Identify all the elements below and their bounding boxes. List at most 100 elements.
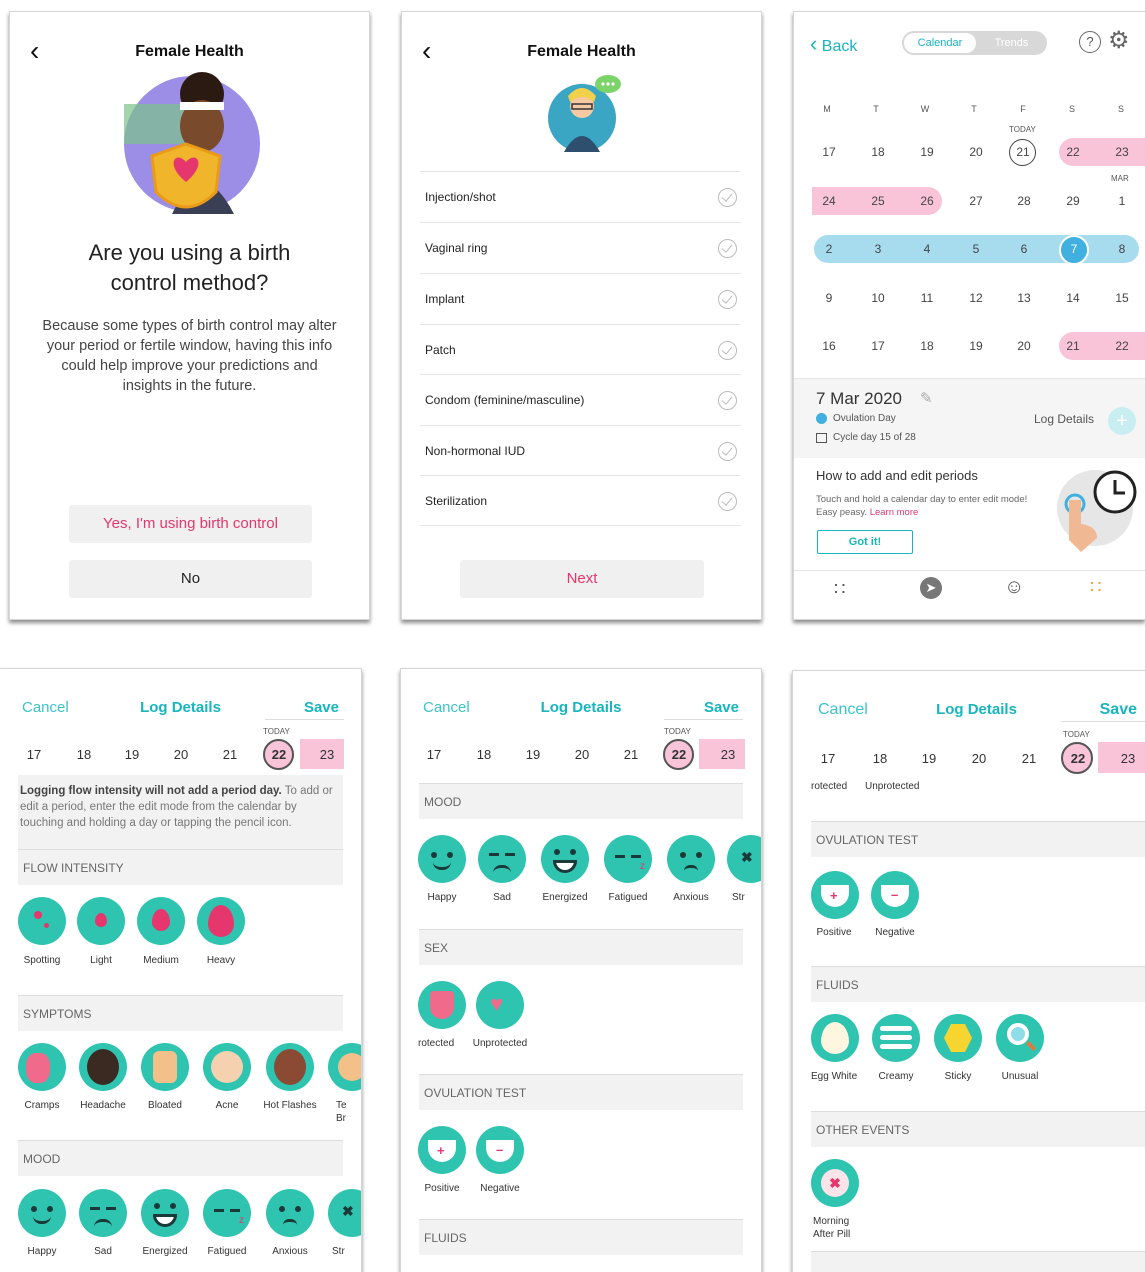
- cramps-icon[interactable]: [18, 1043, 66, 1091]
- negative-test-icon[interactable]: –: [476, 1126, 524, 1174]
- calendar-day[interactable]: 18: [860, 145, 896, 159]
- community-icon[interactable]: ☺: [1004, 576, 1024, 599]
- no-button[interactable]: No: [69, 560, 312, 598]
- week-day[interactable]: 23: [309, 747, 345, 762]
- save-button[interactable]: Save: [704, 699, 739, 716]
- calendar-day[interactable]: 1: [1104, 194, 1140, 208]
- week-day[interactable]: 19: [515, 747, 551, 762]
- calendar-day[interactable]: 9: [811, 291, 847, 305]
- fatigued-face-icon[interactable]: z: [604, 835, 652, 883]
- week-day[interactable]: 22: [261, 747, 297, 762]
- sad-face-icon[interactable]: [79, 1189, 127, 1237]
- checkmark-icon[interactable]: [718, 341, 737, 360]
- calendar-day[interactable]: 19: [909, 145, 945, 159]
- calendar-day[interactable]: 17: [860, 339, 896, 353]
- option-row[interactable]: Implant: [420, 273, 741, 324]
- bloated-icon[interactable]: [141, 1043, 189, 1091]
- gear-icon[interactable]: ⚙: [1108, 28, 1130, 54]
- tab-trends[interactable]: Trends: [978, 33, 1045, 53]
- egg-white-icon[interactable]: [811, 1014, 859, 1062]
- calendar-day[interactable]: 22: [1055, 145, 1091, 159]
- positive-test-icon[interactable]: +: [418, 1126, 466, 1174]
- calendar-day[interactable]: 11: [909, 291, 945, 305]
- creamy-icon[interactable]: [872, 1014, 920, 1062]
- calendar-day[interactable]: 28: [1006, 194, 1042, 208]
- calendar-day[interactable]: 27: [958, 194, 994, 208]
- week-day[interactable]: 18: [466, 747, 502, 762]
- back-button[interactable]: ‹ Back: [810, 31, 857, 57]
- medium-flow-icon[interactable]: [137, 897, 185, 945]
- week-day[interactable]: 23: [710, 747, 746, 762]
- week-day[interactable]: 20: [564, 747, 600, 762]
- spotting-icon[interactable]: [18, 897, 66, 945]
- hot-flashes-icon[interactable]: [266, 1043, 314, 1091]
- week-day[interactable]: 17: [810, 751, 846, 766]
- calendar-day[interactable]: 19: [958, 339, 994, 353]
- happy-face-icon[interactable]: [18, 1189, 66, 1237]
- calendar-day[interactable]: 4: [909, 242, 945, 256]
- save-button[interactable]: Save: [304, 699, 339, 716]
- unusual-magnifier-icon[interactable]: [996, 1014, 1044, 1062]
- acne-icon[interactable]: [203, 1043, 251, 1091]
- calendar-day[interactable]: 23: [1104, 145, 1140, 159]
- stressed-face-icon[interactable]: ✖: [727, 835, 761, 883]
- week-day[interactable]: 22: [1060, 751, 1096, 766]
- premium-icon[interactable]: ∷: [1090, 577, 1101, 598]
- fatigued-face-icon[interactable]: z: [203, 1189, 251, 1237]
- checkmark-icon[interactable]: [718, 391, 737, 410]
- week-day[interactable]: 18: [862, 751, 898, 766]
- week-day[interactable]: 17: [16, 747, 52, 762]
- sad-face-icon[interactable]: [478, 835, 526, 883]
- checkmark-icon[interactable]: [718, 239, 737, 258]
- calendar-day[interactable]: 21: [1005, 145, 1041, 159]
- week-day[interactable]: 23: [1110, 751, 1145, 766]
- checkmark-icon[interactable]: [718, 442, 737, 461]
- next-button[interactable]: Next: [460, 560, 704, 598]
- checkmark-icon[interactable]: [718, 290, 737, 309]
- calendar-day[interactable]: 6: [1006, 242, 1042, 256]
- calendar-day[interactable]: 26: [909, 194, 945, 208]
- week-day[interactable]: 21: [212, 747, 248, 762]
- calendar-day[interactable]: 17: [811, 145, 847, 159]
- calendar-day[interactable]: 8: [1104, 242, 1140, 256]
- anxious-face-icon[interactable]: [667, 835, 715, 883]
- week-day[interactable]: 18: [66, 747, 102, 762]
- energized-face-icon[interactable]: [141, 1189, 189, 1237]
- calendar-day[interactable]: 14: [1055, 291, 1091, 305]
- morning-after-pill-icon[interactable]: ✖: [811, 1159, 859, 1207]
- protected-shield-icon[interactable]: [418, 981, 466, 1029]
- calendar-day[interactable]: 12: [958, 291, 994, 305]
- calendar-day[interactable]: 20: [1006, 339, 1042, 353]
- week-day[interactable]: 20: [961, 751, 997, 766]
- yes-birth-control-button[interactable]: Yes, I'm using birth control: [69, 505, 312, 543]
- help-icon[interactable]: ?: [1079, 31, 1101, 53]
- week-day[interactable]: 21: [1011, 751, 1047, 766]
- week-day[interactable]: 17: [416, 747, 452, 762]
- calendar-day[interactable]: 10: [860, 291, 896, 305]
- option-row[interactable]: Sterilization: [420, 475, 741, 526]
- week-day[interactable]: 22: [661, 747, 697, 762]
- week-day[interactable]: 21: [613, 747, 649, 762]
- sticky-honeycomb-icon[interactable]: [934, 1014, 982, 1062]
- got-it-button[interactable]: Got it!: [817, 530, 913, 554]
- calendar-day[interactable]: 25: [860, 194, 896, 208]
- discover-compass-icon[interactable]: ➤: [920, 577, 942, 599]
- stressed-face-icon[interactable]: ✖: [328, 1189, 361, 1237]
- calendar-day[interactable]: 20: [958, 145, 994, 159]
- pencil-icon[interactable]: ✎: [920, 389, 933, 407]
- calendar-day[interactable]: 21: [1055, 339, 1091, 353]
- calendar-day[interactable]: 7: [1056, 242, 1092, 256]
- negative-test-icon[interactable]: –: [871, 871, 919, 919]
- calendar-day[interactable]: 13: [1006, 291, 1042, 305]
- save-button[interactable]: Save: [1100, 701, 1137, 719]
- option-row[interactable]: Patch: [420, 324, 741, 375]
- week-day[interactable]: 20: [163, 747, 199, 762]
- happy-face-icon[interactable]: [418, 835, 466, 883]
- option-row[interactable]: Non-hormonal IUD: [420, 425, 741, 476]
- checkmark-icon[interactable]: [718, 492, 737, 511]
- headache-icon[interactable]: [79, 1043, 127, 1091]
- light-flow-icon[interactable]: [77, 897, 125, 945]
- add-log-icon[interactable]: +: [1108, 407, 1136, 435]
- calendar-day[interactable]: 18: [909, 339, 945, 353]
- calendar-day[interactable]: 3: [860, 242, 896, 256]
